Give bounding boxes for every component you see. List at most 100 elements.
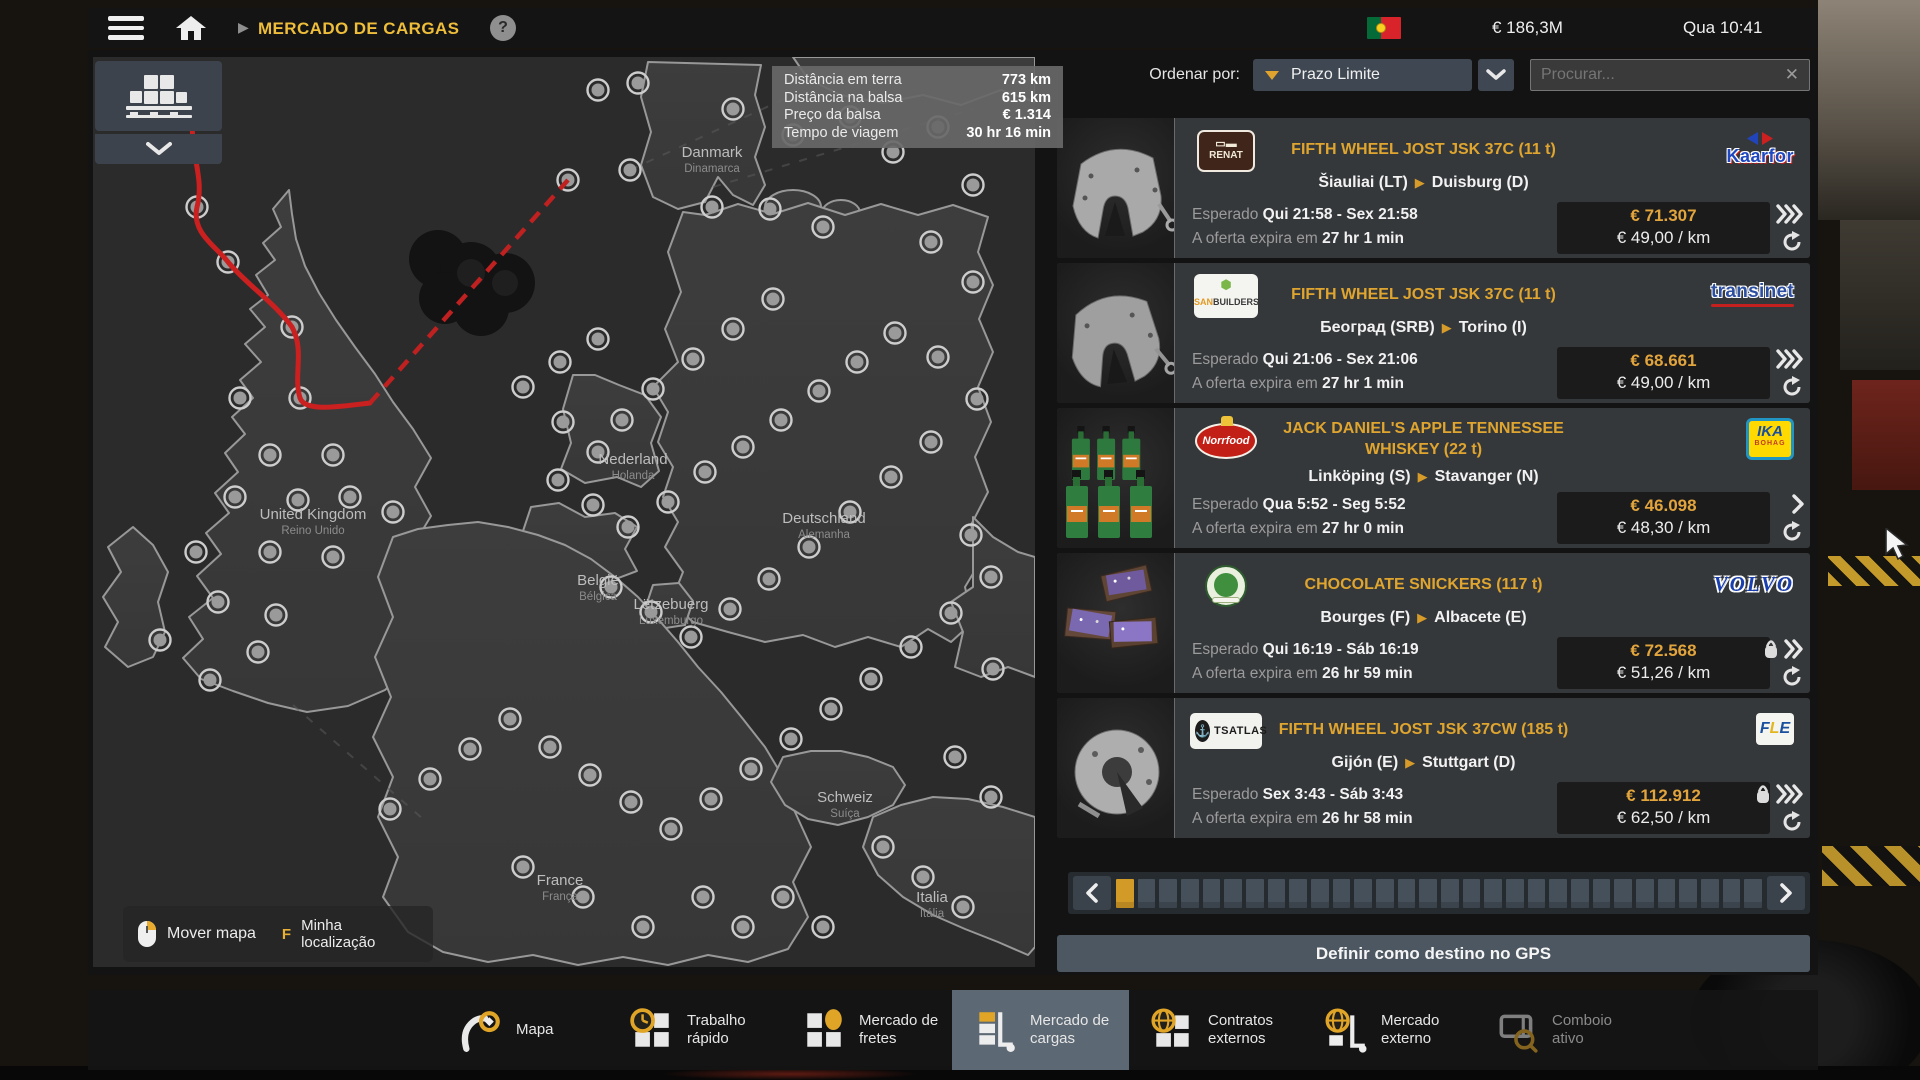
- help-button[interactable]: ?: [490, 15, 516, 41]
- page-square[interactable]: [1376, 879, 1394, 908]
- cargo-route: Београд (SRB)▶Torino (I): [1247, 319, 1600, 337]
- page-square[interactable]: [1506, 879, 1524, 908]
- set-gps-destination-button[interactable]: Definir como destino no GPS: [1057, 935, 1810, 972]
- expected-time: Esperado Sex 3:43 - Sáb 3:43: [1192, 786, 1403, 804]
- cargo-offer-row[interactable]: CHOCOLATE SNICKERS (117 t) Bourges (F)▶A…: [1057, 553, 1810, 693]
- search-input[interactable]: [1531, 66, 1775, 84]
- nav-label: Contratos externos: [1208, 1012, 1273, 1048]
- return-route-icon: [1781, 231, 1803, 258]
- tab-external-contracts[interactable]: Contratos externos: [1150, 990, 1273, 1070]
- route-arrow-icon: ▶: [1398, 755, 1422, 770]
- page-square[interactable]: [1333, 879, 1351, 908]
- sort-dropdown[interactable]: Prazo Limite: [1253, 59, 1472, 91]
- svg-text:België: België: [577, 572, 619, 589]
- page-square[interactable]: [1658, 879, 1676, 908]
- external-market-icon: [1323, 1007, 1369, 1053]
- cargo-offer-row[interactable]: Norrfood JACK DANIEL'S APPLE TENNESSEE W…: [1057, 408, 1810, 548]
- tab-external-market[interactable]: Mercado externo: [1323, 990, 1439, 1070]
- page-square[interactable]: [1116, 879, 1134, 908]
- page-square[interactable]: [1354, 879, 1372, 908]
- cargo-view-button[interactable]: [95, 61, 222, 131]
- garage-wall: [1818, 0, 1920, 220]
- page-square[interactable]: [1441, 879, 1459, 908]
- price-per-km: € 62,50 / km: [1557, 808, 1770, 828]
- page-square[interactable]: [1268, 879, 1286, 908]
- page-square[interactable]: [1549, 879, 1567, 908]
- tab-active-convoy[interactable]: Comboio ativo: [1494, 990, 1612, 1070]
- tab-cargo-market[interactable]: Mercado de cargas: [952, 990, 1129, 1070]
- breadcrumb-arrow-icon: ▶: [238, 19, 249, 36]
- page-square[interactable]: [1723, 879, 1741, 908]
- tab-freight-market[interactable]: Mercado de fretes: [801, 990, 938, 1070]
- world-map[interactable]: DanmarkDinamarcaUnited KingdomReino Unid…: [93, 57, 1035, 967]
- page-square[interactable]: [1224, 879, 1242, 908]
- chevron-down-icon: [146, 142, 172, 156]
- nav-label: Mercado externo: [1381, 1012, 1439, 1048]
- map-canvas: DanmarkDinamarcaUnited KingdomReino Unid…: [93, 57, 1035, 967]
- garage-cabinet: [1852, 380, 1920, 490]
- page-square[interactable]: [1246, 879, 1264, 908]
- price-box: € 46.098€ 48,30 / km: [1557, 492, 1770, 544]
- cargo-offer-row[interactable]: ⬢SANBUILDERS FIFTH WHEEL JOST JSK 37C (1…: [1057, 263, 1810, 403]
- expected-time: Esperado Qui 21:58 - Sex 21:58: [1192, 206, 1418, 224]
- nav-label: Mercado de cargas: [1030, 1012, 1109, 1048]
- cargo-market-icon: [972, 1007, 1018, 1053]
- player-money: € 186,3M: [1492, 18, 1563, 38]
- page-square[interactable]: [1159, 879, 1177, 908]
- my-location-label: Minha localização: [301, 917, 393, 951]
- route-arrow-icon: ▶: [1435, 320, 1459, 335]
- page-square[interactable]: [1311, 879, 1329, 908]
- page-square[interactable]: [1181, 879, 1199, 908]
- page-square[interactable]: [1744, 879, 1762, 908]
- hazard-stripe: [1822, 846, 1920, 886]
- page-square[interactable]: [1571, 879, 1589, 908]
- home-icon[interactable]: [174, 15, 208, 41]
- sort-by-label: Ordenar por:: [1090, 66, 1240, 84]
- page-square[interactable]: [1419, 879, 1437, 908]
- tab-quick-job[interactable]: Trabalho rápido: [629, 990, 746, 1070]
- cargo-thumbnail-fifth-wheel: [1057, 118, 1175, 258]
- route-arrow-icon: ▶: [1411, 469, 1435, 484]
- page-square[interactable]: [1484, 879, 1502, 908]
- page-square[interactable]: [1463, 879, 1481, 908]
- next-page-button[interactable]: [1767, 876, 1805, 910]
- svg-text:Nederland: Nederland: [598, 451, 667, 468]
- menu-icon[interactable]: [108, 16, 144, 40]
- sort-value: Prazo Limite: [1291, 66, 1380, 84]
- page-square[interactable]: [1138, 879, 1156, 908]
- previous-page-button[interactable]: [1073, 876, 1111, 910]
- collapse-map-controls-button[interactable]: [95, 134, 222, 164]
- expected-time: Esperado Qui 21:06 - Sex 21:06: [1192, 351, 1418, 369]
- game-datetime: Qua 10:41: [1683, 18, 1762, 38]
- urgent-delivery-icon: [1783, 639, 1805, 659]
- cargo-offer-row[interactable]: ▭▬RENAT FIFTH WHEEL JOST JSK 37C (11 t) …: [1057, 118, 1810, 258]
- svg-text:Schweiz: Schweiz: [817, 789, 873, 806]
- page-square[interactable]: [1528, 879, 1546, 908]
- page-square[interactable]: [1398, 879, 1416, 908]
- page-square[interactable]: [1636, 879, 1654, 908]
- svg-text:Italia: Italia: [916, 889, 948, 906]
- clear-search-icon[interactable]: ✕: [1775, 65, 1809, 85]
- page-square[interactable]: [1289, 879, 1307, 908]
- svg-text:Danmark: Danmark: [682, 144, 743, 161]
- cargo-route: Šiauliai (LT)▶Duisburg (D): [1247, 174, 1600, 192]
- sort-order-icon: [1265, 71, 1279, 80]
- receiver-logo-volvo: VOLVO: [1714, 572, 1794, 597]
- tooltip-value: € 1.314: [1003, 107, 1051, 125]
- page-square[interactable]: [1679, 879, 1697, 908]
- page-square[interactable]: [1701, 879, 1719, 908]
- tab-map[interactable]: Mapa: [458, 990, 554, 1070]
- svg-text:Reino Unido: Reino Unido: [281, 525, 344, 537]
- sort-dropdown-open-button[interactable]: [1478, 59, 1514, 91]
- page-square[interactable]: [1203, 879, 1221, 908]
- mouse-icon: [137, 920, 157, 948]
- return-route-icon: [1781, 521, 1803, 548]
- price-per-km: € 49,00 / km: [1557, 373, 1770, 393]
- price-box: € 72.568€ 51,26 / km: [1557, 637, 1770, 689]
- cargo-offer-row[interactable]: ⚓TSATLAS FIFTH WHEEL JOST JSK 37CW (185 …: [1057, 698, 1810, 838]
- page-square[interactable]: [1593, 879, 1611, 908]
- portugal-flag-icon: [1367, 17, 1401, 39]
- page-square[interactable]: [1614, 879, 1632, 908]
- offer-price: € 71.307: [1557, 206, 1770, 226]
- external-contracts-icon: [1150, 1007, 1196, 1053]
